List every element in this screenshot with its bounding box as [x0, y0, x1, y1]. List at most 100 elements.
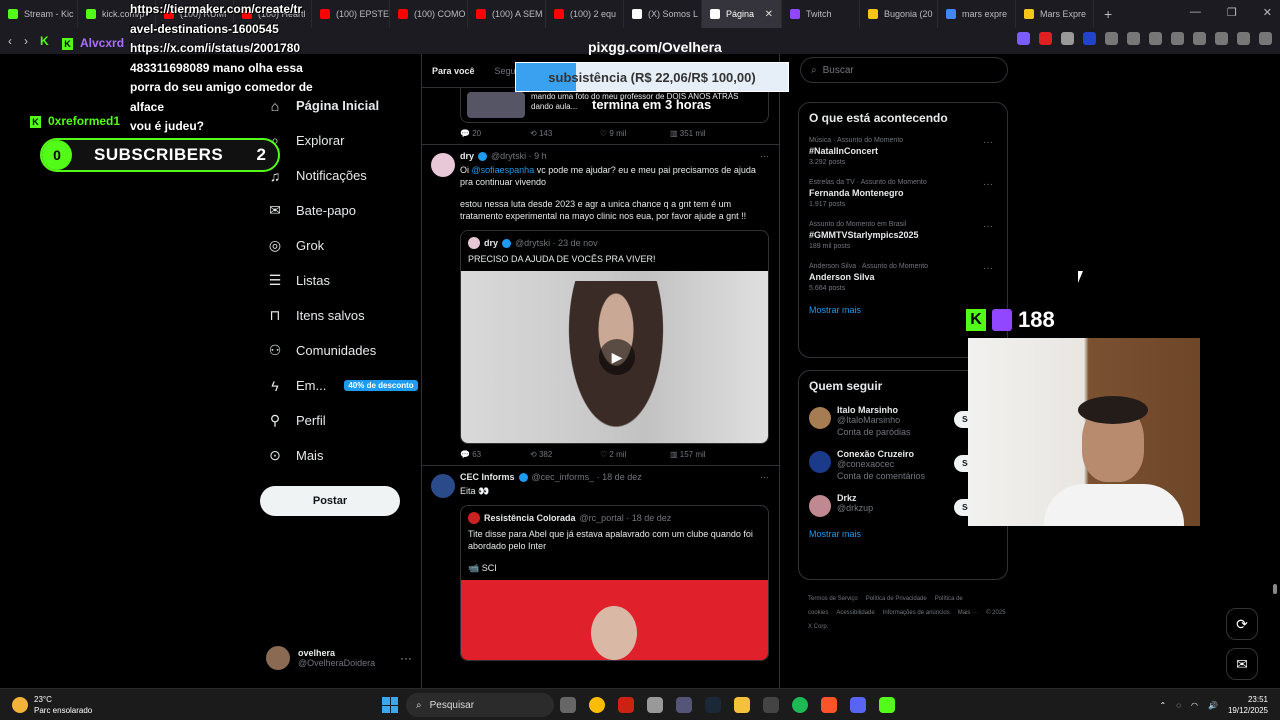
messages-fab-icon[interactable]: ✉ — [1226, 648, 1258, 680]
show-more-link[interactable]: Mostrar mais — [809, 529, 997, 539]
app-icon[interactable] — [879, 697, 895, 713]
trend-item[interactable]: Música · Assunto do Momento #NatalInConce… — [809, 137, 997, 166]
discord-icon[interactable] — [850, 697, 866, 713]
opera-icon[interactable] — [618, 697, 634, 713]
footer-link[interactable]: Informações de anúncios — [883, 610, 950, 616]
trend-item[interactable]: Estrelas da TV · Assunto do Momento Ferna… — [809, 179, 997, 208]
wifi-icon[interactable]: ◠ — [1191, 701, 1198, 710]
footer-link[interactable]: Política de Privacidade — [866, 596, 927, 602]
sidebar-item-7[interactable]: ⚇ Comunidades — [260, 333, 420, 368]
task-view-icon[interactable] — [560, 697, 576, 713]
post-button[interactable]: Postar — [260, 486, 400, 516]
scrollbar-thumb[interactable] — [1273, 584, 1277, 594]
browser-tab[interactable]: Página ✕ — [702, 0, 782, 28]
weather-widget[interactable]: 23°C Parc ensolarado — [12, 694, 92, 716]
video-player[interactable]: ▶ — [461, 271, 768, 443]
sidebar-item-2[interactable]: ♫ Notificações — [260, 158, 420, 193]
footer-link[interactable]: Acessibilidade — [836, 610, 874, 616]
app-icon[interactable] — [647, 697, 663, 713]
browser-tab[interactable]: (100) COMO — [390, 0, 468, 28]
retweet-count[interactable]: ⟲ 382 — [530, 450, 600, 459]
quoted-tweet[interactable]: Resistência Colorada @rc_portal · 18 de … — [460, 505, 769, 661]
extension-icon[interactable] — [1149, 32, 1162, 45]
app-icon[interactable] — [763, 697, 779, 713]
browser-tab[interactable]: Stream - Kic — [0, 0, 78, 28]
browser-tab[interactable]: (100) A SEM — [468, 0, 546, 28]
wallet-icon[interactable] — [1193, 32, 1206, 45]
more-icon[interactable]: ··· — [760, 151, 769, 161]
tray-icon[interactable]: ◌ — [1176, 701, 1181, 710]
like-count[interactable]: ♡ 9 mil — [600, 129, 670, 138]
retweet-count[interactable]: ⟲ 143 — [530, 129, 600, 138]
tweet[interactable]: CEC Informs @cec_informs_ · 18 de dez ··… — [422, 466, 779, 667]
clock[interactable]: 23:51 19/12/2025 — [1228, 694, 1268, 716]
brave-icon[interactable] — [821, 697, 837, 713]
extension-icon[interactable] — [1017, 32, 1030, 45]
tweet[interactable]: dry @drytski · 9 h ··· Oi @sofiaespanha … — [422, 145, 779, 466]
spotify-icon[interactable] — [792, 697, 808, 713]
extension-icon[interactable] — [1083, 32, 1096, 45]
more-icon[interactable]: ··· — [983, 179, 993, 190]
sidebar-item-10[interactable]: ⊙ Mais — [260, 438, 420, 473]
more-icon[interactable]: ··· — [760, 472, 769, 482]
shield-icon[interactable] — [1237, 32, 1250, 45]
minimize-icon[interactable]: — — [1190, 6, 1201, 19]
chevron-up-icon[interactable]: ⌃ — [1160, 701, 1167, 710]
reply-count[interactable]: 💬 63 — [460, 450, 530, 459]
profile-icon[interactable] — [1215, 32, 1228, 45]
browser-tab[interactable]: (X) Somos L — [624, 0, 702, 28]
more-icon[interactable]: ··· — [983, 137, 993, 148]
close-window-icon[interactable]: ✕ — [1263, 6, 1272, 19]
more-icon[interactable]: ··· — [983, 221, 993, 232]
volume-icon[interactable]: 🔊 — [1208, 701, 1218, 710]
search-input[interactable]: ⌕ Buscar — [800, 57, 1008, 83]
view-count[interactable]: ▥ 157 mil — [670, 450, 740, 459]
view-count[interactable]: ▥ 351 mil — [670, 129, 740, 138]
quote-image[interactable] — [461, 580, 768, 660]
more-icon[interactable]: ··· — [983, 263, 993, 274]
sidebar-icon[interactable] — [1171, 32, 1184, 45]
browser-tab[interactable]: Mars Expre — [1016, 0, 1094, 28]
browser-tab[interactable]: Bugonia (20 — [860, 0, 938, 28]
extension-icon[interactable] — [1127, 32, 1140, 45]
app-icon[interactable] — [676, 697, 692, 713]
mention-link[interactable]: @sofiaespanha — [472, 165, 535, 175]
extension-icon[interactable] — [1061, 32, 1074, 45]
trend-item[interactable]: Assunto do Momento em Brasil #GMMTVStarly… — [809, 221, 997, 250]
back-icon[interactable]: ‹ — [8, 34, 12, 48]
grok-fab-icon[interactable]: ⟳ — [1226, 608, 1258, 640]
tweet-author[interactable]: CEC Informs — [460, 472, 515, 482]
trend-item[interactable]: Anderson Silva · Assunto do Momento Ander… — [809, 263, 997, 292]
new-tab-icon[interactable]: + — [1094, 6, 1122, 22]
more-icon[interactable]: ··· — [400, 651, 412, 665]
reply-count[interactable]: 💬 20 — [460, 129, 530, 138]
sidebar-item-4[interactable]: ◎ Grok — [260, 228, 420, 263]
account-switcher[interactable]: ovelhera @OvelheraDoidera ··· — [266, 646, 412, 670]
windows-start-icon[interactable] — [382, 697, 398, 713]
sidebar-item-8[interactable]: ϟ Em... 40% de desconto — [260, 368, 420, 403]
scrollbar[interactable] — [1272, 54, 1278, 688]
tab-for-you[interactable]: Para você — [432, 66, 475, 76]
extension-icon[interactable] — [1105, 32, 1118, 45]
browser-tab[interactable]: mars expre — [938, 0, 1016, 28]
footer-link[interactable]: Termos de Serviço — [808, 596, 858, 602]
taskbar-search[interactable]: ⌕ Pesquisar — [406, 693, 554, 717]
sidebar-item-5[interactable]: ☰ Listas — [260, 263, 420, 298]
extension-icon[interactable] — [1039, 32, 1052, 45]
sidebar-item-6[interactable]: ⊓ Itens salvos — [260, 298, 420, 333]
folder-icon[interactable] — [734, 697, 750, 713]
steam-icon[interactable] — [705, 697, 721, 713]
like-count[interactable]: ♡ 2 mil — [600, 450, 670, 459]
sidebar-item-3[interactable]: ✉ Bate-papo — [260, 193, 420, 228]
sidebar-item-9[interactable]: ⚲ Perfil — [260, 403, 420, 438]
forward-icon[interactable]: › — [24, 34, 28, 48]
quoted-tweet[interactable]: dry @drytski · 23 de nov PRECISO DA AJUD… — [460, 230, 769, 444]
menu-icon[interactable] — [1259, 32, 1272, 45]
maximize-icon[interactable]: ❐ — [1227, 6, 1237, 19]
chrome-icon[interactable] — [589, 697, 605, 713]
reload-icon[interactable]: K — [40, 34, 49, 48]
browser-tab[interactable]: Twitch — [782, 0, 860, 28]
close-tab-icon[interactable]: ✕ — [765, 9, 773, 20]
tweet-author[interactable]: dry — [460, 151, 474, 161]
browser-tab[interactable]: (100) 2 equ — [546, 0, 624, 28]
